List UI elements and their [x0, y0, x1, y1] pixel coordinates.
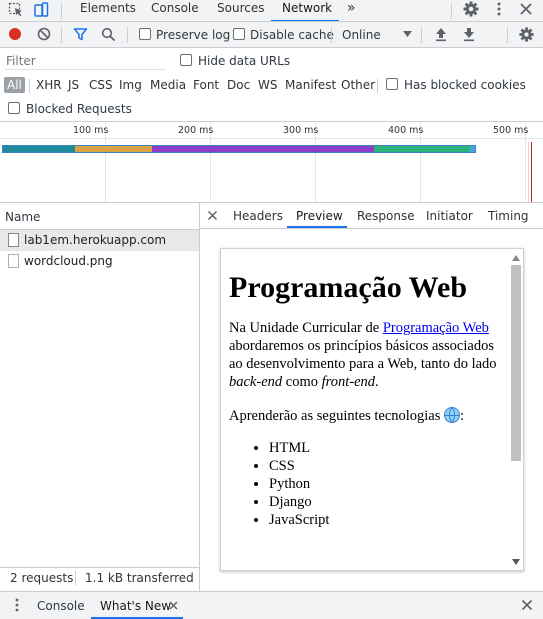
filter-type-xhr[interactable]: XHR	[36, 78, 62, 92]
request-name: wordcloud.png	[24, 254, 113, 268]
waterfall-segment-receive	[152, 146, 374, 152]
filter-type-other[interactable]: Other	[341, 78, 375, 92]
filter-type-font[interactable]: Font	[193, 78, 219, 92]
preview-scrollbar[interactable]	[509, 253, 521, 567]
drawer-tab-whats-new[interactable]: What's New	[100, 599, 171, 613]
drawer-tab-console[interactable]: Console	[37, 599, 85, 613]
filter-type-ws[interactable]: WS	[258, 78, 277, 92]
list-item: JavaScript	[269, 511, 511, 529]
clear-icon[interactable]	[37, 27, 51, 41]
network-status-bar: 2 requests 1.1 kB transferred	[0, 567, 199, 589]
scroll-down-icon[interactable]	[512, 559, 520, 565]
technologies-paragraph: Aprenderão as seguintes tecnologias :	[229, 407, 465, 424]
preview-document: Programação Web Na Unidade Curricular de…	[229, 249, 511, 529]
list-item: Django	[269, 493, 511, 511]
tab-console[interactable]: Console	[151, 0, 199, 22]
scrollbar-thumb[interactable]	[511, 265, 521, 461]
chevron-down-icon[interactable]	[403, 31, 412, 37]
tab-elements[interactable]: Elements	[80, 0, 136, 22]
inspect-element-icon[interactable]	[8, 2, 24, 18]
intro-paragraph: Na Unidade Curricular de Programação Web…	[229, 320, 497, 390]
request-count: 2 requests	[10, 571, 74, 585]
filter-type-media[interactable]: Media	[150, 78, 186, 92]
document-file-icon	[8, 233, 19, 247]
preserve-log-checkbox[interactable]	[139, 28, 151, 40]
network-settings-gear-icon[interactable]	[518, 26, 535, 43]
waterfall-segment-download	[374, 146, 470, 152]
transferred-size: 1.1 kB transferred	[85, 571, 194, 585]
filter-type-js[interactable]: JS	[68, 78, 79, 92]
timeline-tick: 200 ms	[178, 125, 214, 136]
export-har-icon[interactable]	[462, 27, 476, 42]
blocked-requests-checkbox[interactable]	[8, 102, 20, 114]
timeline-tick: 100 ms	[73, 125, 109, 136]
dom-content-marker	[528, 142, 529, 202]
kebab-menu-icon[interactable]	[491, 1, 507, 17]
device-toolbar-icon[interactable]	[33, 2, 49, 18]
has-blocked-cookies-checkbox[interactable]	[386, 78, 398, 90]
filter-input[interactable]	[4, 52, 166, 70]
throttling-select[interactable]: Online	[342, 28, 381, 42]
request-name: lab1em.herokuapp.com	[24, 233, 167, 247]
drawer-tab-bar: Console What's New	[0, 592, 543, 619]
list-item: HTML	[269, 439, 511, 457]
record-icon[interactable]	[8, 27, 22, 41]
course-link[interactable]: Programação Web	[383, 320, 489, 336]
filter-type-all[interactable]: All	[4, 77, 25, 93]
tab-headers[interactable]: Headers	[233, 209, 283, 223]
close-detail-icon[interactable]	[207, 210, 218, 221]
hide-data-urls-checkbox[interactable]	[180, 54, 192, 66]
network-toolbar: Preserve log Disable cache Online	[0, 22, 543, 48]
image-file-icon	[8, 254, 19, 268]
settings-gear-icon[interactable]	[462, 0, 480, 18]
blocked-requests-label: Blocked Requests	[26, 102, 132, 116]
scroll-up-icon[interactable]	[512, 255, 520, 261]
disable-cache-checkbox[interactable]	[233, 28, 245, 40]
waterfall-segment-ssl	[3, 146, 75, 152]
devtools-tab-bar: Elements Console Sources Network »	[0, 0, 543, 22]
filter-type-doc[interactable]: Doc	[227, 78, 250, 92]
load-event-marker	[531, 142, 532, 202]
tab-network[interactable]: Network	[282, 0, 332, 22]
waterfall-segment-waiting	[75, 146, 152, 152]
search-icon[interactable]	[101, 27, 116, 42]
close-drawer-icon[interactable]	[521, 599, 533, 611]
close-devtools-icon[interactable]	[518, 1, 534, 17]
list-item: Python	[269, 475, 511, 493]
response-preview[interactable]: Programação Web Na Unidade Curricular de…	[220, 248, 524, 571]
list-item: CSS	[269, 457, 511, 475]
request-row[interactable]: wordcloud.png	[0, 251, 199, 272]
tab-response[interactable]: Response	[357, 209, 415, 223]
tab-sources[interactable]: Sources	[217, 0, 264, 22]
timeline-tick: 400 ms	[388, 125, 424, 136]
filter-type-img[interactable]: Img	[119, 78, 142, 92]
filter-type-manifest[interactable]: Manifest	[285, 78, 336, 92]
disable-cache-label: Disable cache	[250, 28, 334, 42]
filter-funnel-icon[interactable]	[73, 27, 88, 42]
timeline-tick: 300 ms	[283, 125, 319, 136]
more-tabs-button[interactable]: »	[347, 0, 356, 22]
tab-timing[interactable]: Timing	[488, 209, 529, 223]
page-title: Programação Web	[229, 271, 468, 304]
tab-preview[interactable]: Preview	[296, 209, 343, 223]
name-column-header[interactable]: Name	[5, 210, 40, 224]
has-blocked-cookies-label: Has blocked cookies	[404, 78, 526, 92]
drawer-menu-icon[interactable]	[10, 598, 24, 612]
preserve-log-label: Preserve log	[156, 28, 231, 42]
import-har-icon[interactable]	[434, 27, 448, 42]
filter-type-css[interactable]: CSS	[89, 78, 113, 92]
globe-icon	[444, 407, 461, 423]
hide-data-urls-label: Hide data URLs	[198, 54, 291, 68]
technologies-list: HTML CSS Python Django JavaScript	[229, 439, 511, 529]
request-row[interactable]: lab1em.herokuapp.com	[0, 230, 199, 251]
timeline-tick: 500 ms	[493, 125, 529, 136]
close-whats-new-icon[interactable]	[169, 601, 178, 610]
tab-initiator[interactable]: Initiator	[426, 209, 473, 223]
